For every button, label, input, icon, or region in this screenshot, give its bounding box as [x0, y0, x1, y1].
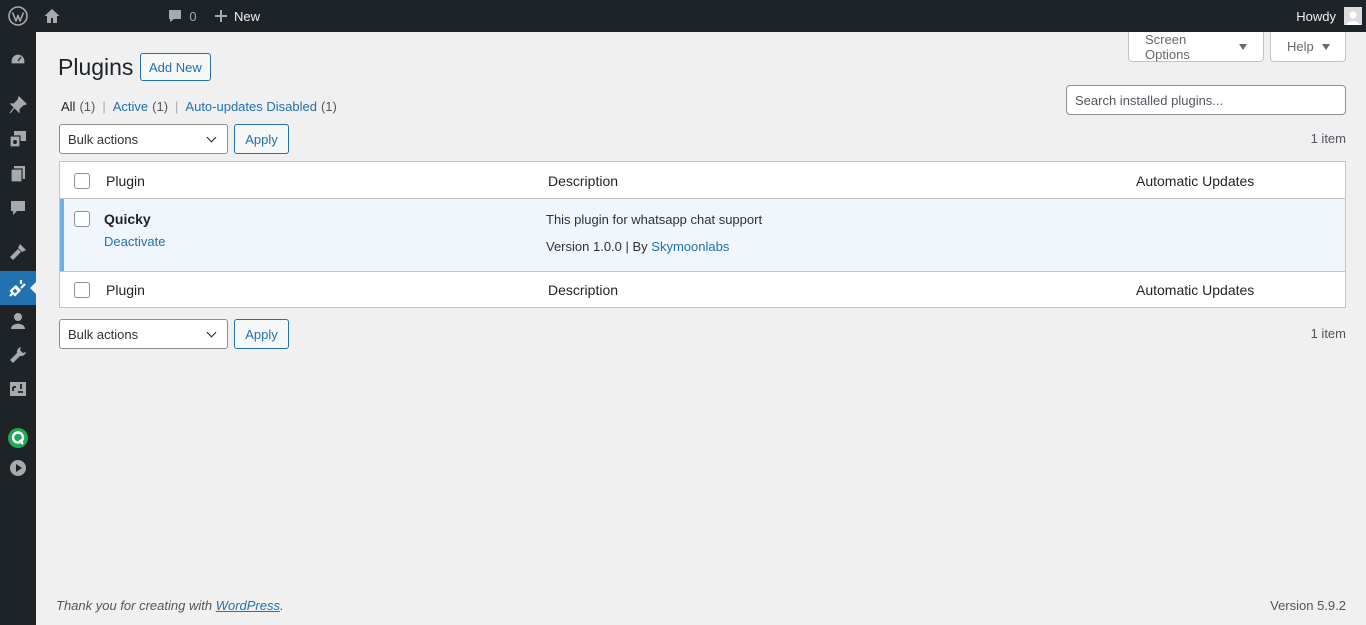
page-title: Plugins	[58, 54, 134, 80]
caret-down-icon	[1321, 43, 1330, 50]
plugin-status-filters: All (1) | Active (1) | Auto-updates Disa…	[61, 99, 337, 114]
plugin-version-meta: Version 1.0.0 | By Skymoonlabs	[546, 239, 729, 254]
new-content-button[interactable]: New	[208, 0, 266, 32]
sidebar-item-plugins[interactable]	[0, 271, 36, 305]
plugin-name: Quicky	[104, 211, 151, 227]
plugin-version-text: Version 1.0.0 | By	[546, 239, 648, 254]
table-header-row: Plugin Description Automatic Updates	[60, 162, 1345, 199]
table-footer-row: Plugin Description Automatic Updates	[60, 271, 1345, 307]
footer-version: Version 5.9.2	[1270, 598, 1346, 613]
filter-separator: |	[175, 99, 179, 114]
chevron-down-icon	[206, 327, 217, 337]
plugins-icon	[9, 280, 26, 297]
column-header-description: Description	[548, 173, 619, 189]
comment-bubble-icon	[169, 10, 182, 22]
sidebar-item-users[interactable]	[0, 304, 36, 338]
select-all-checkbox-footer[interactable]	[74, 282, 90, 298]
sidebar-item-quicky[interactable]	[0, 421, 36, 455]
apply-button-bottom[interactable]: Apply	[234, 319, 289, 349]
filter-all-count: (1)	[79, 99, 96, 114]
deactivate-link[interactable]: Deactivate	[104, 234, 165, 249]
bulk-actions-select-top[interactable]: Bulk actions	[59, 124, 228, 154]
help-label: Help	[1287, 39, 1314, 54]
filter-auto-updates-count: (1)	[320, 99, 337, 114]
settings-icon	[10, 382, 26, 396]
appearance-icon	[10, 244, 26, 260]
select-all-checkbox[interactable]	[74, 173, 90, 189]
sidebar-item-media[interactable]	[0, 122, 36, 156]
plugin-author-link[interactable]: Skymoonlabs	[651, 239, 729, 254]
bulk-actions-label: Bulk actions	[68, 326, 139, 342]
screen-options-button[interactable]: Screen Options	[1128, 32, 1264, 62]
admin-bar: 0 New Howdy	[0, 0, 1366, 32]
footer-thanks-text: Thank you for creating with	[56, 598, 213, 613]
column-footer-plugin[interactable]: Plugin	[106, 282, 145, 298]
table-row: Quicky Deactivate This plugin for whatsa…	[60, 199, 1345, 271]
sidebar-item-media-player[interactable]	[0, 451, 36, 485]
column-header-plugin[interactable]: Plugin	[106, 173, 145, 189]
account-menu[interactable]: Howdy	[1288, 0, 1366, 32]
avatar	[1344, 7, 1362, 25]
quicky-q-icon	[8, 428, 28, 448]
filter-separator: |	[102, 99, 106, 114]
plugins-table: Plugin Description Automatic Updates Qui…	[59, 161, 1346, 308]
sidebar-item-pages[interactable]	[0, 157, 36, 191]
plus-icon	[215, 10, 227, 22]
admin-sidebar	[0, 32, 36, 625]
filter-active-count: (1)	[152, 99, 169, 114]
bulk-actions-label: Bulk actions	[68, 131, 139, 147]
chevron-down-icon	[206, 132, 217, 142]
help-button[interactable]: Help	[1270, 32, 1346, 62]
sidebar-item-dashboard[interactable]	[0, 43, 36, 77]
avatar-icon	[1346, 11, 1360, 25]
add-new-button[interactable]: Add New	[140, 53, 211, 81]
filter-auto-updates-disabled[interactable]: Auto-updates Disabled	[185, 99, 317, 114]
wordpress-link[interactable]: WordPress	[216, 598, 280, 613]
items-count-bottom: 1 item	[1310, 326, 1346, 341]
dashboard-icon	[10, 53, 26, 65]
sidebar-item-tools[interactable]	[0, 338, 36, 372]
footer-thanks-suffix: .	[280, 598, 284, 613]
apply-button-top[interactable]: Apply	[234, 124, 289, 154]
posts-pin-icon	[9, 96, 27, 114]
play-icon	[10, 460, 26, 476]
tools-icon	[10, 347, 26, 363]
filter-active[interactable]: Active	[113, 99, 148, 114]
search-plugins-input[interactable]	[1066, 85, 1346, 115]
main-content: Screen Options Help Plugins Add New All …	[36, 32, 1366, 625]
filter-all[interactable]: All	[61, 99, 75, 114]
sidebar-item-posts[interactable]	[0, 88, 36, 122]
wordpress-logo-icon	[8, 6, 28, 26]
site-home-button[interactable]	[36, 0, 68, 32]
footer-thanks: Thank you for creating with WordPress.	[56, 598, 284, 613]
caret-down-icon	[1239, 43, 1247, 50]
users-icon	[11, 313, 25, 329]
wordpress-logo-button[interactable]	[0, 0, 36, 32]
pages-icon	[10, 166, 25, 183]
sidebar-item-settings[interactable]	[0, 372, 36, 406]
screen-options-label: Screen Options	[1145, 31, 1190, 62]
howdy-label: Howdy	[1296, 8, 1336, 24]
plugin-description: This plugin for whatsapp chat support	[546, 212, 763, 227]
new-label: New	[234, 8, 261, 24]
bulk-actions-select-bottom[interactable]: Bulk actions	[59, 319, 228, 349]
sidebar-item-appearance[interactable]	[0, 235, 36, 269]
column-footer-automatic-updates: Automatic Updates	[1136, 282, 1255, 298]
plugin-row-checkbox[interactable]	[74, 211, 90, 227]
home-icon	[44, 9, 60, 23]
sidebar-item-comments[interactable]	[0, 191, 36, 225]
comments-count: 0	[189, 8, 197, 24]
column-header-automatic-updates: Automatic Updates	[1136, 173, 1255, 189]
column-footer-description: Description	[548, 282, 619, 298]
items-count-top: 1 item	[1310, 131, 1346, 146]
media-icon	[9, 131, 26, 148]
comments-button[interactable]: 0	[160, 0, 204, 32]
comments-icon	[11, 201, 25, 215]
